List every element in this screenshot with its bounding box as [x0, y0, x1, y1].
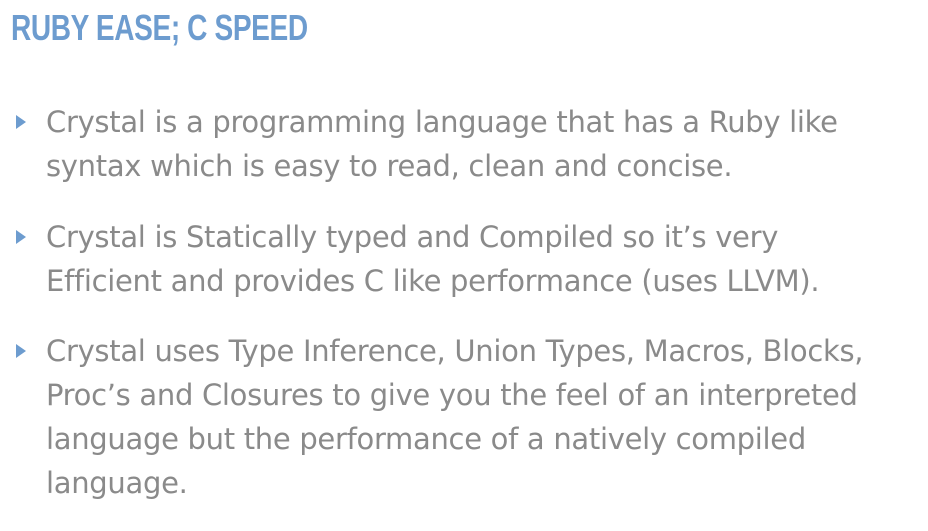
bullet-text: Crystal is a programming language that h…: [46, 100, 922, 188]
slide-title: RUBY EASE; C SPEED: [11, 7, 308, 48]
bullet-line: Crystal is Statically typed and Compiled…: [46, 220, 779, 254]
triangle-right-icon: [16, 344, 26, 358]
bullet-line: syntax which is easy to read, clean and …: [46, 149, 733, 183]
bullet-text: Crystal uses Type Inference, Union Types…: [46, 329, 922, 505]
bullet-line: Crystal is a programming language that h…: [46, 105, 838, 139]
triangle-right-icon: [16, 115, 26, 129]
bullet-line: Efficient and provides C like performanc…: [46, 264, 820, 298]
bullet-text: Crystal is Statically typed and Compiled…: [46, 215, 922, 303]
bullet-line: Crystal uses Type Inference, Union Types…: [46, 334, 864, 368]
bullet-line: Proc’s and Closures to give you the feel…: [46, 378, 858, 412]
bullet-line: language.: [46, 466, 188, 500]
bullet-line: language but the performance of a native…: [46, 422, 806, 456]
slide: RUBY EASE; C SPEED Crystal is a programm…: [0, 0, 928, 531]
triangle-right-icon: [16, 230, 26, 244]
